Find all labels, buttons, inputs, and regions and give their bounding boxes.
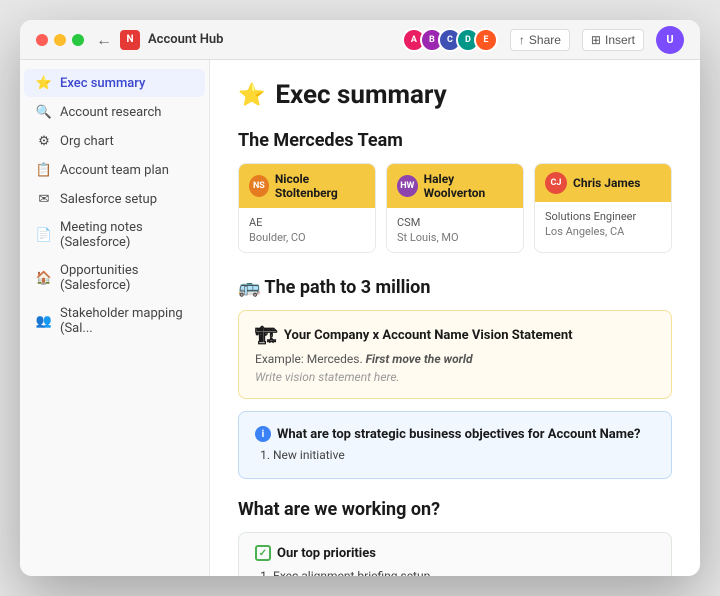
app-window: ← N Account Hub A B C D E ↑ Share ⊞ Inse… — [20, 20, 700, 576]
team-member-name: Chris James — [573, 176, 640, 190]
insert-icon: ⊞ — [591, 33, 601, 47]
sidebar-item-label: Exec summary — [60, 76, 145, 91]
page-title: Exec summary — [275, 80, 446, 110]
sidebar-item-label: Opportunities (Salesforce) — [60, 263, 193, 293]
share-icon: ↑ — [519, 33, 525, 47]
sidebar-item-label: Stakeholder mapping (Sal... — [60, 306, 193, 336]
clipboard-icon: 📋 — [36, 162, 52, 178]
notes-icon: 📄 — [36, 227, 52, 243]
team-card: HW Haley Woolverton CSM St Louis, MO — [386, 163, 524, 253]
team-member-location: Los Angeles, CA — [545, 225, 661, 238]
objectives-list: New initiative — [255, 448, 655, 462]
team-card: CJ Chris James Solutions Engineer Los An… — [534, 163, 672, 253]
sidebar-item-label: Account research — [60, 105, 161, 120]
lighthouse-icon: 🏗 — [255, 325, 278, 346]
avatar: HW — [397, 175, 418, 197]
insert-button[interactable]: ⊞ Insert — [582, 29, 644, 51]
priorities-header: ✓ Our top priorities — [255, 545, 655, 561]
main-content: ⭐ Exec summary 🔍 Account research ⚙ Org … — [20, 60, 700, 576]
objectives-callout: i What are top strategic business object… — [238, 411, 672, 479]
avatar: CJ — [545, 172, 567, 194]
team-card-body: AE Boulder, CO — [239, 208, 375, 252]
team-member-role: AE — [249, 216, 365, 229]
sidebar-item-stakeholder-mapping[interactable]: 👥 Stakeholder mapping (Sal... — [24, 300, 205, 342]
app-title: Account Hub — [148, 32, 223, 47]
sidebar-item-label: Account team plan — [60, 163, 169, 178]
objectives-callout-title: i What are top strategic business object… — [255, 426, 655, 442]
vision-callout-title: 🏗 Your Company x Account Name Vision Sta… — [255, 325, 655, 346]
vision-callout: 🏗 Your Company x Account Name Vision Sta… — [238, 310, 672, 399]
team-card: NS Nicole Stoltenberg AE Boulder, CO — [238, 163, 376, 253]
titlebar: ← N Account Hub A B C D E ↑ Share ⊞ Inse… — [20, 20, 700, 60]
traffic-lights — [36, 34, 84, 46]
vision-placeholder[interactable]: Write vision statement here. — [255, 370, 655, 384]
team-card-body: Solutions Engineer Los Angeles, CA — [535, 202, 671, 246]
share-button[interactable]: ↑ Share — [510, 29, 570, 51]
sidebar-item-account-research[interactable]: 🔍 Account research — [24, 98, 205, 126]
avatar: E — [474, 28, 498, 52]
team-member-location: Boulder, CO — [249, 231, 365, 244]
title-star-icon: ⭐ — [238, 83, 265, 108]
vision-title-text: Your Company x Account Name Vision State… — [284, 328, 573, 343]
working-section: What are we working on? ✓ Our top priori… — [238, 499, 672, 576]
content-area: ⭐ Exec summary The Mercedes Team NS Nico… — [210, 60, 700, 576]
sidebar-item-label: Salesforce setup — [60, 192, 157, 207]
objectives-title-text: What are top strategic business objectiv… — [277, 427, 640, 442]
insert-label: Insert — [605, 33, 635, 47]
checkbox-icon: ✓ — [255, 545, 271, 561]
team-member-name: Haley Woolverton — [424, 172, 513, 200]
org-icon: ⚙ — [36, 133, 52, 149]
sidebar-item-account-team-plan[interactable]: 📋 Account team plan — [24, 156, 205, 184]
priorities-box: ✓ Our top priorities Exec alignment brie… — [238, 532, 672, 576]
minimize-button[interactable] — [54, 34, 66, 46]
sidebar-item-exec-summary[interactable]: ⭐ Exec summary — [24, 69, 205, 97]
sidebar-item-salesforce-setup[interactable]: ✉ Salesforce setup — [24, 185, 205, 213]
team-card-header: CJ Chris James — [535, 164, 671, 202]
priorities-title: Our top priorities — [277, 546, 376, 561]
avatar: NS — [249, 175, 269, 197]
sidebar-item-label: Meeting notes (Salesforce) — [60, 220, 193, 250]
vision-example-italic: First move the world — [366, 352, 473, 366]
priorities-list: Exec alignment briefing setup Prep inter… — [255, 569, 655, 576]
team-member-role: Solutions Engineer — [545, 210, 661, 223]
sidebar: ⭐ Exec summary 🔍 Account research ⚙ Org … — [20, 60, 210, 576]
sidebar-item-label: Org chart — [60, 134, 114, 149]
sidebar-item-org-chart[interactable]: ⚙ Org chart — [24, 127, 205, 155]
building-icon: 🏠 — [36, 270, 52, 286]
info-icon: i — [255, 426, 271, 442]
team-card-header: HW Haley Woolverton — [387, 164, 523, 208]
share-label: Share — [529, 33, 561, 47]
path-section-title: 🚌 The path to 3 million — [238, 277, 672, 298]
titlebar-nav: ← N Account Hub — [96, 30, 223, 50]
user-avatar[interactable]: U — [656, 26, 684, 54]
sidebar-item-meeting-notes[interactable]: 📄 Meeting notes (Salesforce) — [24, 214, 205, 256]
team-member-location: St Louis, MO — [397, 231, 513, 244]
team-card-header: NS Nicole Stoltenberg — [239, 164, 375, 208]
list-item: New initiative — [273, 448, 655, 462]
team-card-body: CSM St Louis, MO — [387, 208, 523, 252]
vision-example: Example: Mercedes. First move the world — [255, 352, 655, 366]
team-member-role: CSM — [397, 216, 513, 229]
path-section: 🚌 The path to 3 million 🏗 Your Company x… — [238, 277, 672, 479]
team-cards: NS Nicole Stoltenberg AE Boulder, CO HW … — [238, 163, 672, 253]
titlebar-right: A B C D E ↑ Share ⊞ Insert U — [402, 26, 684, 54]
app-logo: N — [120, 30, 140, 50]
people-icon: 👥 — [36, 313, 52, 329]
maximize-button[interactable] — [72, 34, 84, 46]
back-button[interactable]: ← — [96, 30, 112, 50]
search-icon: 🔍 — [36, 104, 52, 120]
collaborator-avatars: A B C D E — [402, 28, 498, 52]
working-section-title: What are we working on? — [238, 499, 672, 520]
close-button[interactable] — [36, 34, 48, 46]
sidebar-item-opportunities[interactable]: 🏠 Opportunities (Salesforce) — [24, 257, 205, 299]
team-section-title: The Mercedes Team — [238, 130, 672, 151]
list-item: Exec alignment briefing setup — [273, 569, 655, 576]
mail-icon: ✉ — [36, 191, 52, 207]
team-member-name: Nicole Stoltenberg — [275, 172, 365, 200]
page-title-row: ⭐ Exec summary — [238, 80, 672, 110]
star-icon: ⭐ — [36, 75, 52, 91]
